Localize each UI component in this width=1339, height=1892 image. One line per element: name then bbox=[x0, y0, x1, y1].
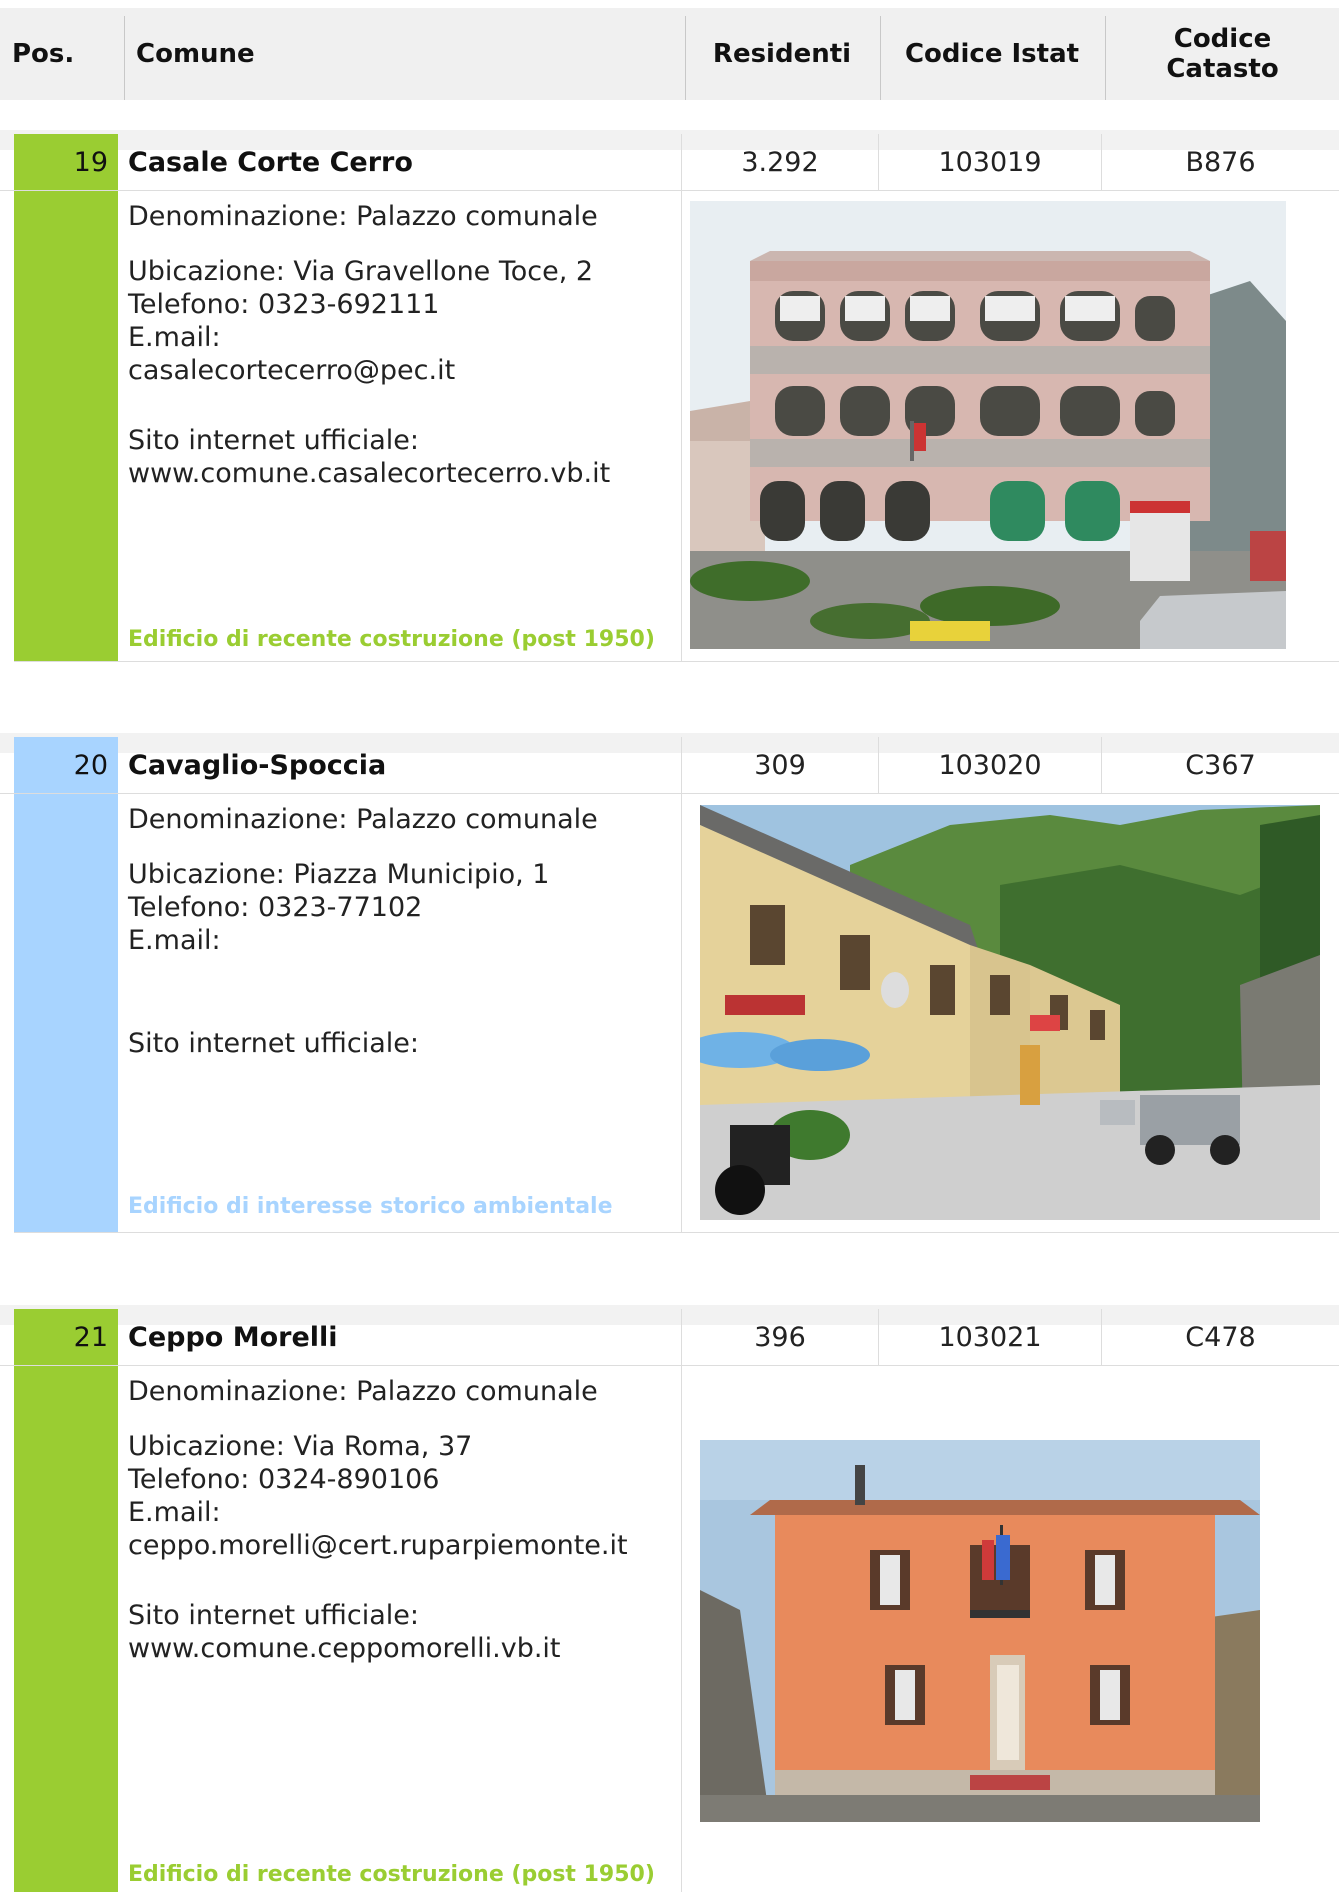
entry-codice-istat: 103020 bbox=[878, 737, 1101, 793]
entry-bottom-border bbox=[14, 661, 1339, 662]
entry-details: Denominazione: Palazzo comunale Ubicazio… bbox=[128, 200, 610, 490]
denominazione: Denominazione: Palazzo comunale bbox=[128, 804, 598, 835]
entry-codice-catasto: C367 bbox=[1101, 737, 1339, 793]
email-link[interactable]: casalecortecerro@pec.it bbox=[128, 354, 610, 387]
building-photo bbox=[700, 805, 1320, 1220]
entry-comune-name: Cavaglio-Spoccia bbox=[128, 749, 387, 781]
building-photo bbox=[690, 201, 1286, 649]
entry-summary-row: 21 Ceppo Morelli 396 103021 C478 bbox=[0, 1309, 1339, 1366]
entry-residenti: 3.292 bbox=[681, 134, 878, 190]
telefono: Telefono: 0323-692111 bbox=[128, 289, 440, 320]
column-divider bbox=[681, 794, 682, 1232]
sito-label: Sito internet ufficiale: bbox=[128, 1028, 419, 1059]
entry-comune-name: Ceppo Morelli bbox=[128, 1321, 338, 1353]
entry-position: 21 bbox=[14, 1309, 118, 1365]
header-codice-istat: Codice Istat bbox=[904, 39, 1080, 69]
entry-codice-istat: 103019 bbox=[878, 134, 1101, 190]
sito-label: Sito internet ufficiale: bbox=[128, 1600, 419, 1631]
entry-position: 19 bbox=[14, 134, 118, 190]
table-header: Pos. Comune Residenti Codice Istat Codic… bbox=[0, 8, 1339, 100]
entry-details: Denominazione: Palazzo comunale Ubicazio… bbox=[128, 1375, 628, 1665]
category-color-bar bbox=[14, 191, 118, 661]
entry-residenti: 309 bbox=[681, 737, 878, 793]
entry-codice-istat: 103021 bbox=[878, 1309, 1101, 1365]
building-category-note: Edificio di recente costruzione (post 19… bbox=[128, 1862, 655, 1887]
building-category-note: Edificio di recente costruzione (post 19… bbox=[128, 627, 655, 652]
sito-link[interactable]: www.comune.ceppomorelli.vb.it bbox=[128, 1632, 628, 1665]
email-link[interactable]: ceppo.morelli@cert.ruparpiemonte.it bbox=[128, 1529, 628, 1562]
ubicazione: Ubicazione: Via Roma, 37 bbox=[128, 1431, 473, 1462]
header-pos: Pos. bbox=[12, 39, 75, 69]
header-codice-catasto: Codice Catasto bbox=[1166, 24, 1279, 84]
column-divider bbox=[681, 191, 682, 661]
denominazione: Denominazione: Palazzo comunale bbox=[128, 1376, 598, 1407]
building-category-note: Edificio di interesse storico ambientale bbox=[128, 1194, 613, 1219]
entry-residenti: 396 bbox=[681, 1309, 878, 1365]
header-residenti: Residenti bbox=[712, 39, 852, 69]
email-label: E.mail: bbox=[128, 1497, 221, 1528]
denominazione: Denominazione: Palazzo comunale bbox=[128, 201, 598, 232]
category-color-bar bbox=[14, 1366, 118, 1892]
email-label: E.mail: bbox=[128, 925, 221, 956]
entry-position: 20 bbox=[14, 737, 118, 793]
entry-summary-row: 20 Cavaglio-Spoccia 309 103020 C367 bbox=[0, 737, 1339, 794]
entry-codice-catasto: C478 bbox=[1101, 1309, 1339, 1365]
ubicazione: Ubicazione: Via Gravellone Toce, 2 bbox=[128, 256, 594, 287]
email-label: E.mail: bbox=[128, 322, 221, 353]
entry-summary-row: 19 Casale Corte Cerro 3.292 103019 B876 bbox=[0, 134, 1339, 191]
header-divider bbox=[124, 16, 125, 100]
ubicazione: Ubicazione: Piazza Municipio, 1 bbox=[128, 859, 550, 890]
telefono: Telefono: 0324-890106 bbox=[128, 1464, 440, 1495]
entry-bottom-border bbox=[14, 1232, 1339, 1233]
sito-label: Sito internet ufficiale: bbox=[128, 425, 419, 456]
entry-details: Denominazione: Palazzo comunale Ubicazio… bbox=[128, 803, 598, 1060]
header-comune: Comune bbox=[136, 39, 255, 69]
entry-codice-catasto: B876 bbox=[1101, 134, 1339, 190]
building-photo bbox=[700, 1440, 1260, 1822]
column-divider bbox=[681, 1366, 682, 1892]
entry-comune-name: Casale Corte Cerro bbox=[128, 146, 413, 178]
telefono: Telefono: 0323-77102 bbox=[128, 892, 423, 923]
category-color-bar bbox=[14, 794, 118, 1232]
sito-link[interactable]: www.comune.casalecortecerro.vb.it bbox=[128, 457, 610, 490]
